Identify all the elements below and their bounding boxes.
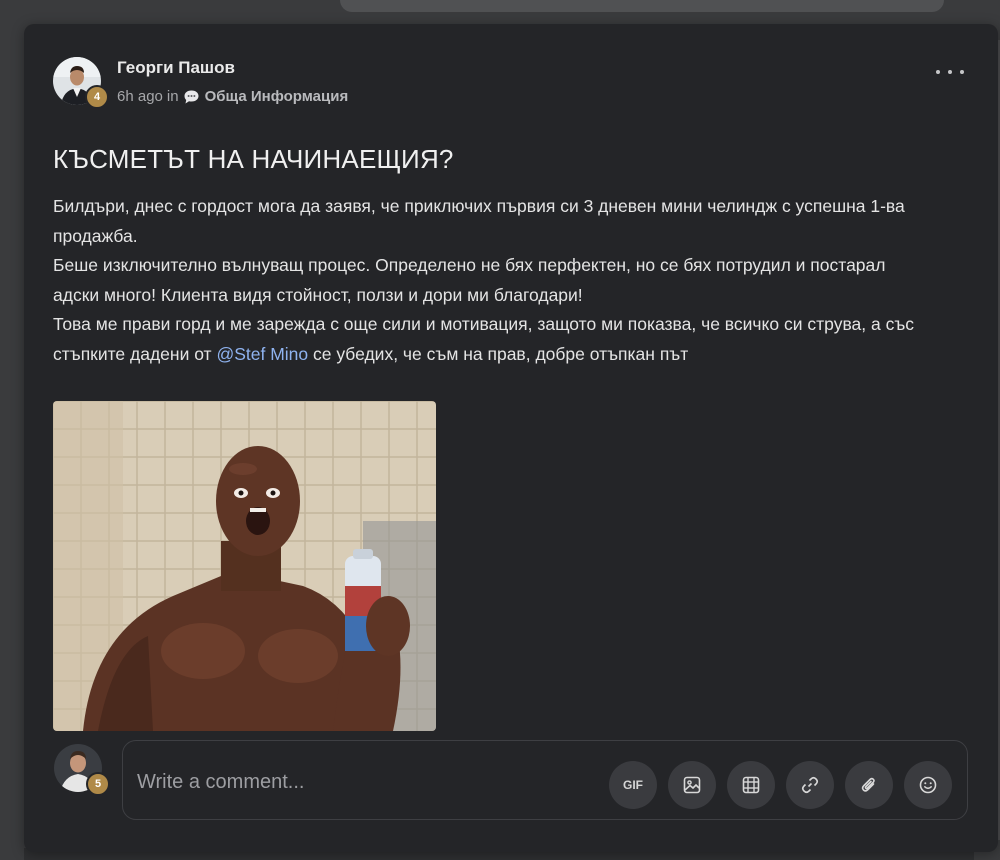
gif-button[interactable]: GIF	[609, 761, 657, 809]
link-button[interactable]	[786, 761, 834, 809]
video-icon	[742, 776, 760, 794]
user-level-number: 5	[94, 778, 102, 790]
comment-input[interactable]	[135, 767, 599, 797]
time-ago: 6h ago	[117, 88, 163, 105]
post-text: се убедих, че съм на прав, добре отъпкан…	[308, 343, 689, 364]
link-icon	[801, 776, 819, 794]
author-name[interactable]: Георги Пашов	[117, 58, 235, 78]
emoji-icon	[919, 776, 937, 794]
author-level-number: 4	[93, 91, 101, 103]
image-button[interactable]	[668, 761, 716, 809]
post-paragraph: Билдъри, днес с гордост мога да заявя, ч…	[53, 196, 905, 246]
comment-box: GIF	[122, 740, 968, 820]
attachment-icon	[861, 777, 875, 792]
post-body: Билдъри, днес с гордост мога да заявя, ч…	[53, 192, 933, 369]
more-dot-icon	[948, 70, 952, 74]
post-paragraph: Беше изключително вълнуващ процес. Опред…	[53, 255, 886, 305]
image-icon	[683, 776, 701, 794]
post-modal: 4 Георги Пашов 6h ago in Обща Информация…	[24, 24, 998, 852]
video-button[interactable]	[727, 761, 775, 809]
post-gif-image[interactable]	[53, 401, 436, 731]
category-link[interactable]: Обща Информация	[205, 88, 349, 105]
gif-icon: GIF	[623, 778, 643, 792]
background-bar	[340, 0, 944, 12]
post-title: КЪСМЕТЪТ НА НАЧИНАЕЩИЯ?	[53, 144, 454, 174]
more-options-button[interactable]	[936, 62, 964, 82]
user-level-badge: 5	[86, 772, 110, 796]
chat-bubble-icon	[183, 89, 201, 105]
post-meta: 6h ago in Обща Информация	[117, 88, 348, 105]
in-label: in	[166, 88, 179, 105]
post-paragraph: Това ме прави горд и ме зарежда с още си…	[53, 310, 933, 369]
emoji-button[interactable]	[904, 761, 952, 809]
author-level-badge: 4	[85, 85, 109, 109]
more-dot-icon	[936, 70, 940, 74]
more-dot-icon	[960, 70, 964, 74]
user-mention-link[interactable]: @Stef Mino	[216, 344, 308, 364]
attachment-button[interactable]	[845, 761, 893, 809]
